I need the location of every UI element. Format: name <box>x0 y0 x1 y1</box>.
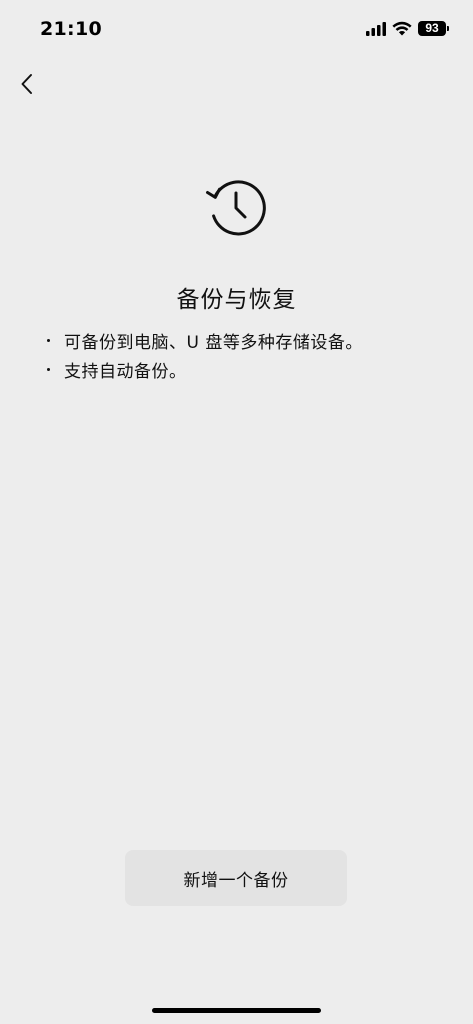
battery-icon: 93 <box>418 21 449 36</box>
chevron-left-icon <box>21 74 32 94</box>
bullet-dot <box>47 339 50 342</box>
status-bar: 21:10 93 <box>0 0 473 60</box>
status-time: 21:10 <box>40 18 102 40</box>
back-button[interactable] <box>12 68 42 100</box>
signal-icon <box>366 21 386 36</box>
add-backup-button[interactable]: 新增一个备份 <box>125 850 347 906</box>
feature-text: 可备份到电脑、U 盘等多种存储设备。 <box>64 333 363 353</box>
history-clock-icon <box>206 180 266 236</box>
feature-list: 可备份到电脑、U 盘等多种存储设备。 支持自动备份。 <box>42 326 363 384</box>
page-title: 备份与恢复 <box>176 287 297 313</box>
list-item: 可备份到电脑、U 盘等多种存储设备。 <box>42 326 363 355</box>
battery-cap <box>447 26 449 31</box>
home-indicator[interactable] <box>152 1008 321 1013</box>
battery-level: 93 <box>418 21 446 36</box>
feature-text: 支持自动备份。 <box>64 362 187 382</box>
list-item: 支持自动备份。 <box>42 355 363 384</box>
bullet-dot <box>47 368 50 371</box>
wifi-icon <box>392 21 412 36</box>
status-icons: 93 <box>366 21 449 36</box>
